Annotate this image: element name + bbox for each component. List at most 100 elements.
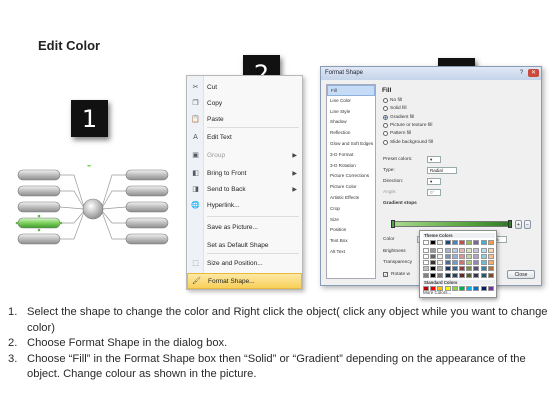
theme-color-swatch[interactable]	[451, 240, 458, 245]
diagram-hub-circle[interactable]	[82, 198, 104, 220]
menu-item-bring-to-front[interactable]: ◧ Bring to Front ▶	[187, 165, 302, 181]
theme-color-swatch[interactable]	[423, 272, 429, 278]
nav-item-glow-and-soft-edges[interactable]: Glow and Soft Edges	[327, 139, 375, 150]
diagram-bar-right-3[interactable]	[125, 201, 169, 213]
gradient-stops-bar[interactable]	[393, 221, 511, 227]
nav-item-alt-text[interactable]: Alt Text	[327, 247, 375, 258]
angle-field[interactable]: 0°	[427, 189, 441, 196]
selection-handle[interactable]	[15, 221, 19, 225]
theme-color-swatch[interactable]	[430, 247, 437, 253]
theme-color-swatch[interactable]	[459, 247, 465, 253]
gradient-stop-handle[interactable]	[508, 220, 512, 228]
theme-color-swatch[interactable]	[480, 253, 487, 259]
nav-item-shadow[interactable]: Shadow	[327, 117, 375, 128]
theme-color-swatch[interactable]	[459, 266, 465, 272]
nav-item-position[interactable]: Position	[327, 225, 375, 236]
theme-color-swatch[interactable]	[459, 253, 465, 259]
menu-item-hyperlink[interactable]: 🌐 Hyperlink...	[187, 197, 302, 213]
theme-color-swatch[interactable]	[423, 240, 429, 245]
standard-color-swatch[interactable]	[487, 286, 494, 291]
selection-handle[interactable]	[59, 221, 63, 225]
standard-color-swatch[interactable]	[480, 286, 487, 291]
theme-color-swatch[interactable]	[437, 260, 444, 266]
selection-handle[interactable]	[37, 214, 41, 218]
menu-item-cut[interactable]: ✂ Cut	[187, 79, 302, 95]
theme-color-swatch[interactable]	[430, 266, 437, 272]
fill-option-picture-or-texture-fill[interactable]: Picture or texture fill	[383, 122, 432, 128]
nav-item-line-style[interactable]: Line Style	[327, 107, 375, 118]
theme-color-swatch[interactable]	[444, 260, 451, 266]
menu-item-edit-text[interactable]: A Edit Text	[187, 129, 302, 145]
diagram-bar-right-5[interactable]	[125, 233, 169, 245]
nav-item-picture-corrections[interactable]: Picture Corrections	[327, 171, 375, 182]
theme-color-swatch[interactable]	[430, 272, 437, 278]
menu-item-size-and-position[interactable]: ⬚ Size and Position...	[187, 255, 302, 271]
theme-color-swatch[interactable]	[423, 253, 429, 259]
theme-color-swatch[interactable]	[459, 240, 465, 245]
diagram-bar-left-selected[interactable]	[17, 217, 61, 229]
nav-item-reflection[interactable]: Reflection	[327, 128, 375, 139]
selection-handle[interactable]	[37, 228, 41, 232]
theme-color-swatch[interactable]	[487, 260, 494, 266]
theme-color-swatch[interactable]	[487, 240, 494, 245]
hub-diagram[interactable]	[14, 165, 174, 255]
theme-color-swatch[interactable]	[459, 260, 465, 266]
rotate-with-shape-checkbox[interactable]: ✓	[383, 272, 388, 277]
diagram-bar-right-4[interactable]	[125, 217, 169, 229]
theme-color-swatch[interactable]	[487, 266, 494, 272]
close-button[interactable]: Close	[507, 270, 535, 279]
theme-color-swatch[interactable]	[444, 240, 451, 245]
theme-color-swatch[interactable]	[466, 266, 473, 272]
theme-color-swatch[interactable]	[487, 253, 494, 259]
radio-button[interactable]	[383, 122, 388, 128]
menu-item-format-shape[interactable]: 🖌 Format Shape...	[187, 273, 302, 289]
theme-color-swatch[interactable]	[430, 240, 437, 245]
theme-color-swatch[interactable]	[473, 253, 480, 259]
theme-color-swatch[interactable]	[473, 266, 480, 272]
theme-color-swatch[interactable]	[444, 253, 451, 259]
theme-color-swatch[interactable]	[423, 266, 429, 272]
theme-color-swatch[interactable]	[480, 266, 487, 272]
direction-dropdown[interactable]: ▾	[427, 178, 441, 185]
gradient-stop-handle[interactable]	[391, 220, 395, 228]
menu-item-save-as-picture[interactable]: Save as Picture...	[187, 219, 302, 235]
theme-color-swatch[interactable]	[473, 260, 480, 266]
radio-button[interactable]	[383, 106, 388, 112]
theme-color-swatch[interactable]	[466, 253, 473, 259]
theme-color-swatch[interactable]	[480, 240, 487, 245]
theme-color-swatch[interactable]	[451, 266, 458, 272]
theme-color-swatch[interactable]	[480, 272, 487, 278]
close-icon[interactable]: ✕	[528, 69, 539, 77]
radio-button[interactable]	[383, 98, 388, 103]
menu-item-send-to-back[interactable]: ◨ Send to Back ▶	[187, 181, 302, 197]
nav-item-picture-color[interactable]: Picture Color	[327, 182, 375, 193]
standard-color-swatch[interactable]	[473, 286, 480, 291]
theme-color-swatch[interactable]	[451, 247, 458, 253]
theme-color-swatch[interactable]	[444, 272, 451, 278]
theme-color-swatch[interactable]	[487, 272, 494, 278]
theme-color-swatch[interactable]	[437, 253, 444, 259]
fill-option-pattern-fill[interactable]: Pattern fill	[383, 131, 411, 137]
theme-color-swatch[interactable]	[430, 260, 437, 266]
theme-color-swatch[interactable]	[459, 272, 465, 278]
preset-colors-dropdown[interactable]: ▾	[427, 156, 441, 163]
theme-color-swatch[interactable]	[444, 266, 451, 272]
diagram-bar-right-2[interactable]	[125, 185, 169, 197]
nav-item-3-d-rotation[interactable]: 3-D Rotation	[327, 161, 375, 172]
theme-color-swatch[interactable]	[437, 266, 444, 272]
help-icon[interactable]: ?	[516, 69, 527, 77]
theme-color-swatch[interactable]	[451, 260, 458, 266]
standard-color-swatch[interactable]	[466, 286, 473, 291]
radio-button[interactable]	[383, 131, 388, 137]
theme-color-swatch[interactable]	[423, 260, 429, 266]
menu-item-paste[interactable]: 📋 Paste	[187, 111, 302, 127]
standard-color-swatch[interactable]	[451, 286, 458, 291]
theme-color-swatch[interactable]	[430, 253, 437, 259]
theme-color-swatch[interactable]	[466, 247, 473, 253]
theme-color-swatch[interactable]	[466, 260, 473, 266]
theme-color-swatch[interactable]	[466, 272, 473, 278]
menu-item-set-as-default-shape[interactable]: Set as Default Shape	[187, 237, 302, 253]
theme-color-swatch[interactable]	[480, 247, 487, 253]
radio-button[interactable]	[383, 114, 388, 120]
fill-option-gradient-fill[interactable]: Gradient fill	[383, 114, 414, 120]
